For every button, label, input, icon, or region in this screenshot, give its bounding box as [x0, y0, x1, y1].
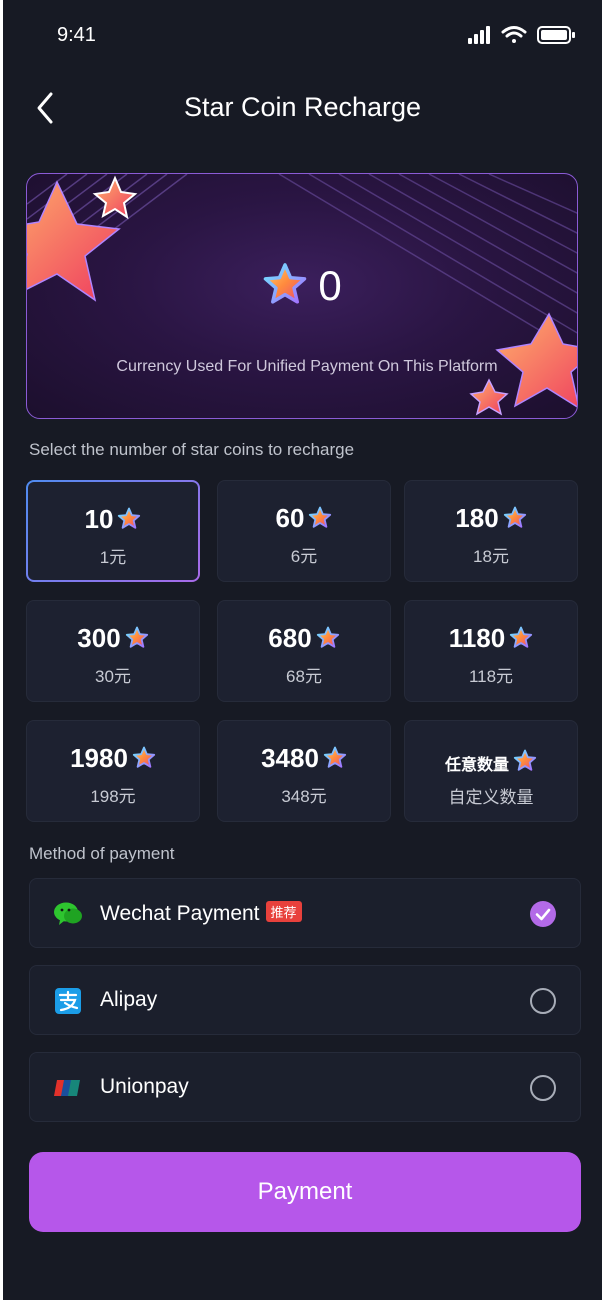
payment-method-unionpay[interactable]: Unionpay — [29, 1052, 581, 1122]
amount-quantity: 1980 — [27, 743, 199, 774]
amount-price: 18元 — [473, 547, 509, 566]
amount-quantity: 3480 — [218, 743, 390, 774]
amount-value: 680 — [268, 623, 312, 653]
amount-value: 3480 — [261, 743, 319, 773]
star-coin-icon — [509, 626, 533, 650]
nav-bar: Star Coin Recharge — [3, 80, 602, 136]
payment-button[interactable]: Payment — [29, 1152, 581, 1232]
star-coin-icon — [513, 749, 537, 773]
star-coin-icon — [323, 746, 347, 770]
page-title: Star Coin Recharge — [183, 92, 422, 122]
star-coin-icon — [308, 506, 332, 530]
amount-quantity: 1180 — [405, 623, 577, 654]
recommend-badge: 推荐 — [265, 901, 302, 922]
payment-method-label: Unionpay — [100, 1075, 189, 1098]
payment-method-alipay[interactable]: Alipay — [29, 965, 581, 1035]
star-coin-icon — [117, 507, 141, 531]
payment-method-wechat[interactable]: Wechat Payment 推荐 — [29, 878, 581, 948]
wifi-icon — [501, 26, 527, 43]
amount-value: 60 — [275, 503, 305, 533]
amount-option[interactable]: 60 6元 — [217, 480, 391, 582]
amount-value: 300 — [77, 623, 121, 653]
amount-price: 68元 — [286, 667, 322, 686]
amount-value: 1980 — [70, 743, 128, 773]
recharge-label: Select the number of star coins to recha… — [29, 440, 355, 459]
amount-quantity: 300 — [27, 623, 199, 654]
star-coin-icon — [503, 506, 527, 530]
amount-option[interactable]: 任意数量自定义数量 — [404, 720, 578, 822]
amount-option[interactable]: 1180 118元 — [404, 600, 578, 702]
amount-option[interactable]: 300 30元 — [26, 600, 200, 702]
radio-unchecked-icon[interactable] — [530, 988, 556, 1014]
amount-value: 10 — [84, 504, 114, 534]
coin-balance: 0 — [27, 262, 577, 310]
amount-price: 30元 — [95, 667, 131, 686]
balance-banner: 0 Currency Used For Unified Payment On T… — [26, 173, 578, 419]
payment-method-name: Unionpay — [100, 1075, 189, 1099]
wechat-icon — [54, 901, 82, 927]
balance-value: 0 — [318, 262, 342, 309]
payment-method-label: Alipay — [100, 988, 158, 1011]
payment-method-name: Wechat Payment 推荐 — [100, 901, 302, 926]
star-coin-icon — [125, 626, 149, 650]
star-coin-icon — [262, 262, 308, 308]
status-time: 9:41 — [57, 24, 96, 46]
banner-description: Currency Used For Unified Payment On Thi… — [116, 358, 498, 375]
amount-quantity: 10 — [28, 504, 198, 535]
alipay-icon — [54, 988, 82, 1014]
amount-option[interactable]: 3480 348元 — [217, 720, 391, 822]
amount-price: 自定义数量 — [448, 788, 534, 807]
payment-method-label: Wechat Payment — [100, 902, 260, 925]
battery-icon — [537, 26, 575, 44]
star-coin-icon — [132, 746, 156, 770]
amount-price: 6元 — [290, 547, 318, 566]
unionpay-icon — [54, 1075, 82, 1101]
star-coin-icon — [316, 626, 340, 650]
amount-value: 1180 — [448, 623, 506, 653]
amount-value: 180 — [455, 503, 499, 533]
amount-quantity: 180 — [405, 503, 577, 534]
amount-option[interactable]: 10 1元 — [26, 480, 200, 582]
payment-label: Method of payment — [29, 844, 175, 863]
amount-option[interactable]: 680 68元 — [217, 600, 391, 702]
amount-option[interactable]: 180 18元 — [404, 480, 578, 582]
amount-value: 任意数量 — [444, 757, 509, 774]
payment-method-name: Alipay — [100, 988, 157, 1012]
radio-unchecked-icon[interactable] — [530, 1075, 556, 1101]
amount-price: 1元 — [99, 548, 127, 567]
status-icons — [468, 26, 575, 44]
status-bar: 9:41 — [3, 0, 602, 70]
amount-quantity: 680 — [218, 623, 390, 654]
amount-quantity: 任意数量 — [405, 749, 577, 775]
amount-price: 198元 — [90, 787, 136, 806]
phone-screen: 9:41 Star Coin Recharge 0 Currency Used … — [3, 0, 602, 1300]
amount-option[interactable]: 1980 198元 — [26, 720, 200, 822]
signal-icon — [468, 26, 490, 44]
amount-price: 118元 — [468, 667, 514, 686]
amount-quantity: 60 — [218, 503, 390, 534]
amount-price: 348元 — [281, 787, 327, 806]
radio-checked-icon[interactable] — [530, 901, 556, 927]
